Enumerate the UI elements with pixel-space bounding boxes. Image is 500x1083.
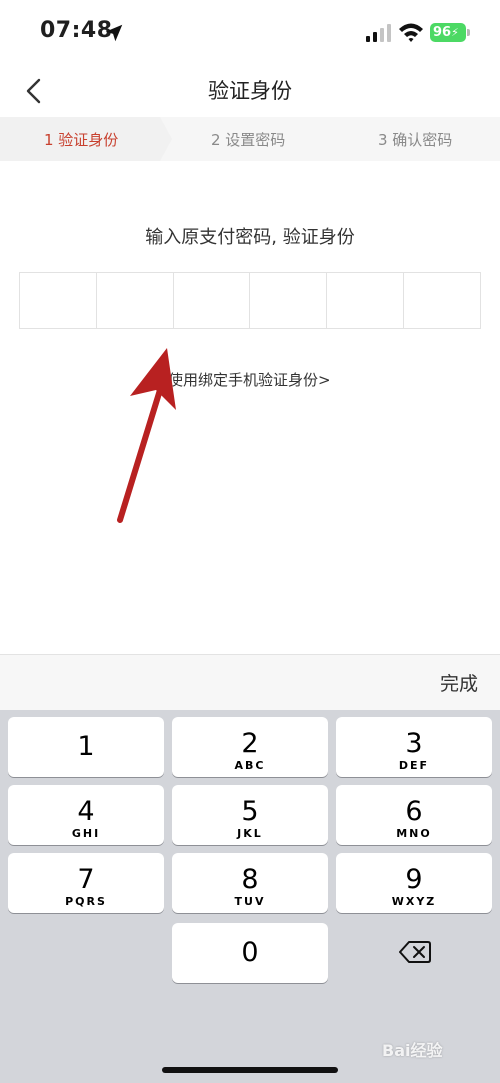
step-indicator: 1 验证身份 2 设置密码 3 确认密码 xyxy=(0,117,500,161)
key-7[interactable]: 7 PQRS xyxy=(8,853,164,913)
key-9[interactable]: 9 WXYZ xyxy=(336,853,492,913)
nav-bar: 验证身份 xyxy=(0,66,500,116)
status-time: 07:48 xyxy=(40,18,113,43)
delete-key[interactable] xyxy=(336,923,492,983)
status-bar: 07:48 96⚡ xyxy=(0,0,500,66)
key-letters: PQRS xyxy=(65,895,107,908)
key-letters: TUV xyxy=(234,895,266,908)
key-letters: JKL xyxy=(237,827,263,840)
key-3[interactable]: 3 DEF xyxy=(336,717,492,777)
numeric-keypad: 1 2 ABC 3 DEF 4 GHI 5 JKL 6 MNO 7 PQRS 8… xyxy=(0,710,500,1083)
key-letters: MNO xyxy=(396,827,432,840)
password-prompt: 输入原支付密码, 验证身份 xyxy=(145,227,355,248)
key-8[interactable]: 8 TUV xyxy=(172,853,328,913)
keyboard-toolbar: 完成 xyxy=(0,654,500,710)
pin-cell[interactable] xyxy=(404,273,480,328)
done-button[interactable]: 完成 xyxy=(440,669,478,696)
key-digit: 2 xyxy=(241,728,259,759)
backspace-icon xyxy=(399,941,431,963)
key-1[interactable]: 1 xyxy=(8,717,164,777)
pin-cell[interactable] xyxy=(174,273,251,328)
wifi-icon xyxy=(399,23,423,42)
key-digit: 1 xyxy=(77,731,95,762)
pin-cell[interactable] xyxy=(97,273,174,328)
key-digit: 9 xyxy=(405,864,423,895)
step-1: 1 验证身份 xyxy=(44,131,119,149)
home-indicator[interactable] xyxy=(162,1067,338,1073)
key-4[interactable]: 4 GHI xyxy=(8,785,164,845)
battery-indicator: 96⚡ xyxy=(430,23,466,42)
location-arrow-icon xyxy=(105,24,123,42)
key-digit: 8 xyxy=(241,864,259,895)
page-title: 验证身份 xyxy=(208,79,292,103)
step-chevron-icon xyxy=(160,117,172,161)
key-letters: ABC xyxy=(234,759,266,772)
pin-cell[interactable] xyxy=(327,273,405,328)
key-digit: 0 xyxy=(241,937,259,968)
key-5[interactable]: 5 JKL xyxy=(172,785,328,845)
key-digit: 6 xyxy=(405,796,423,827)
phone-verify-link[interactable]: 使用绑定手机验证身份> xyxy=(168,369,331,390)
step-3: 3 确认密码 xyxy=(378,131,453,149)
pin-cell[interactable] xyxy=(250,273,328,328)
pin-input[interactable] xyxy=(19,272,481,329)
key-digit: 7 xyxy=(77,864,95,895)
key-6[interactable]: 6 MNO xyxy=(336,785,492,845)
cellular-signal-icon xyxy=(366,24,391,42)
key-letters: WXYZ xyxy=(391,895,437,908)
key-letters: GHI xyxy=(71,827,101,840)
key-letters: DEF xyxy=(398,759,430,772)
key-digit: 3 xyxy=(405,728,423,759)
key-2[interactable]: 2 ABC xyxy=(172,717,328,777)
pin-cell[interactable] xyxy=(20,273,97,328)
step-2: 2 设置密码 xyxy=(211,131,286,149)
key-0[interactable]: 0 xyxy=(172,923,328,983)
key-digit: 4 xyxy=(77,796,95,827)
key-digit: 5 xyxy=(241,796,259,827)
battery-level: 96 xyxy=(433,25,452,40)
battery-nub xyxy=(467,29,470,36)
watermark-logo: Bai经验 xyxy=(382,1041,443,1060)
